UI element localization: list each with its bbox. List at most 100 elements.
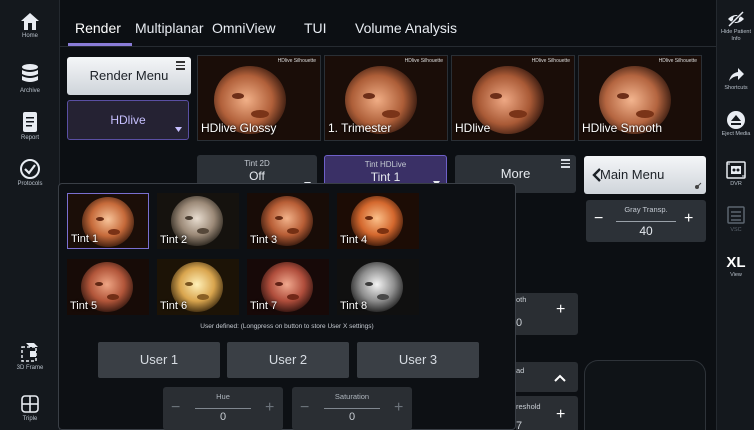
sidebar-item-triple[interactable]: Triple — [0, 393, 60, 422]
hdlive-mode-button[interactable]: HDlive — [67, 100, 189, 140]
preset-tag: HDlive Silhouette — [658, 58, 697, 64]
database-icon — [22, 64, 38, 82]
view-size-indicator: XL — [726, 254, 746, 271]
preset-1-trimester[interactable]: HDlive Silhouette 1. Trimester — [324, 55, 448, 141]
rightbar-item-shortcuts[interactable]: Shortcuts — [717, 66, 754, 92]
preset-hdlive[interactable]: HDlive Silhouette HDlive — [451, 55, 575, 141]
user-defined-note: User defined: (Longpress on button to st… — [200, 323, 374, 330]
rounded-panel — [584, 360, 706, 430]
tint-label: Tint 4 — [340, 234, 368, 246]
mode-label: HDlive — [110, 113, 146, 127]
sidebar-item-label: Triple — [22, 416, 38, 422]
tab-tui[interactable]: TUI — [304, 20, 327, 36]
load-control[interactable]: ad — [516, 362, 578, 392]
preset-tag: HDlive Silhouette — [531, 58, 570, 64]
sidebar-item-label: Home — [21, 33, 38, 39]
preset-label: HDlive — [455, 121, 491, 135]
slider-track — [195, 408, 251, 409]
chevron-up-icon — [554, 374, 566, 382]
gray-transparency-slider[interactable]: Gray Transp. − + 40 — [586, 200, 706, 242]
tint-option-6[interactable]: Tint 6 — [157, 259, 239, 315]
tint-label: Tint 7 — [250, 300, 278, 312]
user-3-button[interactable]: User 3 — [357, 342, 479, 378]
tint-label: Tint 2 — [160, 234, 188, 246]
chevron-left-icon — [592, 168, 601, 182]
tint-label: Tint 6 — [160, 300, 188, 312]
rightbar-label: Eject Media — [721, 131, 751, 137]
tint-option-7[interactable]: Tint 7 — [247, 259, 329, 315]
sidebar-item-archive[interactable]: Archive — [0, 63, 60, 94]
more-label: More — [500, 166, 531, 181]
sidebar-item-home[interactable]: Home — [0, 10, 60, 39]
rightbar-label: VSC — [730, 227, 742, 233]
tab-multiplanar[interactable]: Multiplanar — [135, 20, 203, 36]
tint-option-2[interactable]: Tint 2 — [157, 193, 239, 249]
tint-option-3[interactable]: Tint 3 — [247, 193, 329, 249]
tint-option-1[interactable]: Tint 1 — [67, 193, 149, 249]
rightbar-item-vsc: VSC — [717, 204, 754, 234]
pin-icon — [695, 182, 702, 189]
preset-hdlive-smooth[interactable]: HDlive Silhouette HDlive Smooth — [578, 55, 702, 141]
rightbar-item-view[interactable]: XL View — [717, 254, 754, 279]
sidebar-item-report[interactable]: Report — [0, 110, 60, 141]
control-title: Tint 2D — [244, 159, 270, 168]
render-menu-label: Render Menu — [89, 68, 169, 83]
smooth-slider[interactable]: oth 0 + — [516, 293, 578, 335]
sidebar-item-label: Protocols — [17, 181, 43, 187]
render-menu-button[interactable]: Render Menu — [67, 57, 191, 95]
tab-volume-analysis[interactable]: Volume Analysis — [355, 20, 457, 36]
preset-label: HDlive Glossy — [201, 121, 277, 135]
preset-hdlive-glossy[interactable]: HDlive Silhouette HDlive Glossy — [197, 55, 321, 141]
report-icon — [23, 112, 37, 132]
user-2-button[interactable]: User 2 — [227, 342, 349, 378]
control-value: Tint 1 — [370, 170, 401, 184]
vsc-icon — [727, 206, 745, 224]
control-title: ad — [516, 366, 525, 375]
control-title: Tint HDLive — [364, 160, 407, 169]
sidebar-item-protocols[interactable]: Protocols — [0, 158, 60, 187]
sidebar-item-3d-frame[interactable]: 3D Frame — [0, 340, 60, 371]
tint-option-8[interactable]: Tint 8 — [337, 259, 419, 315]
menu-icon — [176, 61, 185, 72]
preset-label: 1. Trimester — [328, 121, 392, 135]
home-icon — [21, 13, 39, 30]
user-1-button[interactable]: User 1 — [98, 342, 220, 378]
control-value: 0 — [516, 317, 523, 329]
rightbar-item-dvr[interactable]: DVR — [717, 160, 754, 188]
rightbar-label: DVR — [730, 181, 742, 187]
increment-button[interactable]: + — [556, 406, 565, 424]
left-sidebar: Home Archive Report Protocols 3D Frame T… — [0, 0, 60, 430]
slider-track — [324, 408, 380, 409]
check-circle-icon — [20, 159, 40, 179]
hue-slider[interactable]: Hue − + 0 — [163, 387, 283, 430]
control-title: oth — [516, 295, 527, 304]
main-menu-label: Main Menu — [600, 167, 665, 182]
tab-omniview[interactable]: OmniView — [212, 20, 276, 36]
tint-option-4[interactable]: Tint 4 — [337, 193, 419, 249]
dvr-icon — [726, 161, 746, 179]
tab-separator — [60, 46, 716, 47]
rightbar-item-hide-patient-info[interactable]: Hide Patient Info — [717, 10, 754, 43]
sidebar-item-label: Archive — [19, 88, 40, 94]
rightbar-item-eject-media[interactable]: Eject Media — [717, 110, 754, 138]
tint-label: Tint 1 — [71, 233, 99, 245]
right-sidebar: Hide Patient Info Shortcuts Eject Media … — [716, 0, 754, 430]
tint-option-5[interactable]: Tint 5 — [67, 259, 149, 315]
saturation-slider[interactable]: Saturation − + 0 — [292, 387, 412, 430]
tint-label: Tint 5 — [70, 300, 98, 312]
arrow-right-icon — [729, 68, 744, 81]
menu-icon — [561, 159, 570, 170]
threshold-slider[interactable]: reshold 7 + — [516, 396, 578, 430]
cube-frame-icon — [21, 343, 38, 362]
sidebar-item-label: Report — [20, 135, 39, 141]
tab-render[interactable]: Render — [75, 20, 121, 36]
preset-tag: HDlive Silhouette — [277, 58, 316, 64]
rightbar-label: View — [730, 272, 742, 278]
main-menu-button[interactable]: Main Menu — [584, 156, 706, 194]
control-value: 0 — [219, 411, 227, 423]
preset-tag: HDlive Silhouette — [404, 58, 443, 64]
eject-icon — [727, 111, 745, 129]
chevron-down-icon — [175, 127, 182, 132]
increment-button[interactable]: + — [556, 301, 565, 319]
rightbar-label: Shortcuts — [724, 85, 748, 91]
